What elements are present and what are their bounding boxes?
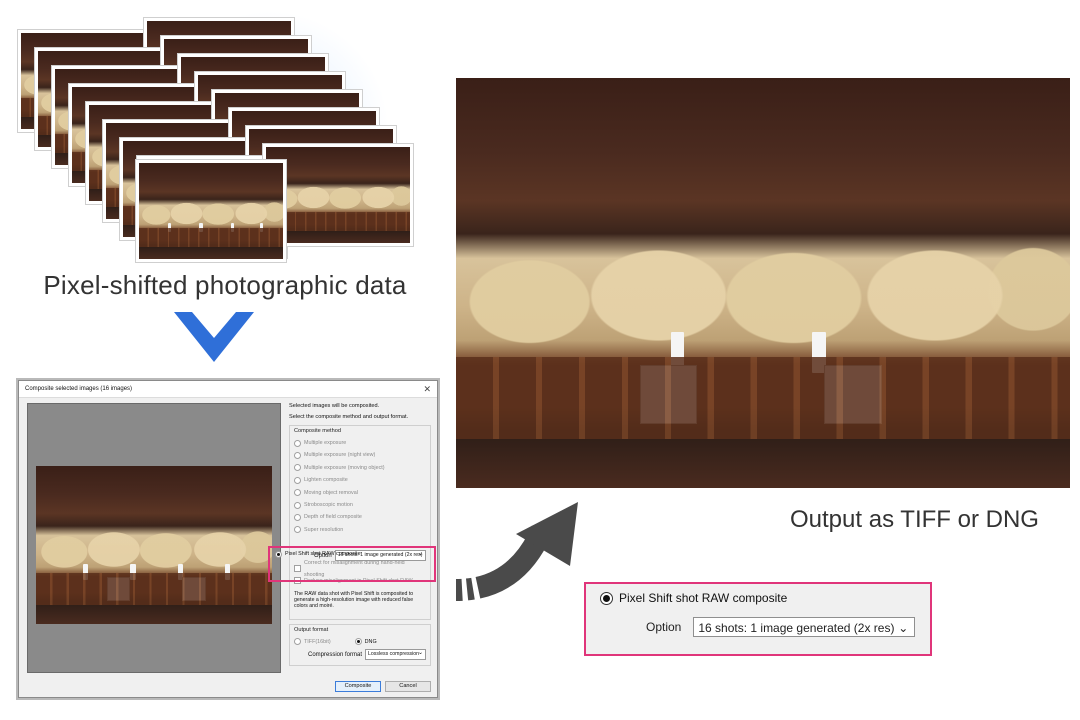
- composite-method-group: Composite method Multiple exposure Multip…: [289, 425, 431, 620]
- radio-icon: [275, 550, 282, 558]
- preview-pane: [27, 403, 281, 673]
- dialog-titlebar: Composite selected images (16 images) ✕: [19, 381, 437, 398]
- input-caption: Pixel-shifted photographic data: [43, 270, 407, 300]
- option-callout: Pixel Shift shot RAW composite Option 16…: [584, 582, 932, 656]
- method-radio-item[interactable]: Super resolution: [294, 524, 426, 536]
- compression-label: Compression format: [308, 651, 363, 658]
- pixel-shift-frame-front: [136, 160, 286, 262]
- method-radio-item[interactable]: Moving object removal: [294, 487, 426, 499]
- close-icon[interactable]: ✕: [423, 381, 431, 397]
- radio-icon: [294, 439, 301, 447]
- method-radio-item[interactable]: Multiple exposure: [294, 437, 426, 449]
- curved-output-arrow-icon: [455, 502, 578, 601]
- options-panel: Selected images will be composited. Sele…: [289, 403, 431, 666]
- radio-icon: [294, 489, 301, 497]
- radio-icon: [294, 464, 301, 472]
- radio-icon: [294, 514, 301, 522]
- intro-text-1: Selected images will be composited.: [289, 403, 380, 409]
- compression-row: Compression format Lossless compression: [294, 648, 426, 662]
- output-format-group: Output format TIFF(16bit) DNG Compressio…: [289, 623, 431, 666]
- output-caption: Output as TIFF or DNG: [790, 506, 1039, 533]
- radio-icon: [294, 476, 301, 484]
- frame-image: [266, 147, 410, 243]
- radio-icon: [294, 638, 301, 646]
- pixel-shift-frame-stack: [0, 0, 440, 270]
- callout-radio-row[interactable]: Pixel Shift shot RAW composite: [600, 591, 787, 605]
- format-radio-dng[interactable]: DNG: [354, 636, 377, 648]
- output-format-label: Output format: [294, 626, 329, 633]
- intro-text-2: Select the composite method and output f…: [289, 414, 409, 420]
- frame-image: [139, 163, 283, 259]
- callout-option-row: Option 16 shots: 1 image generated (2x r…: [646, 617, 916, 637]
- compression-select[interactable]: Lossless compression: [365, 649, 426, 661]
- callout-radio-label: Pixel Shift shot RAW composite: [619, 591, 788, 605]
- callout-option-label: Option: [646, 620, 682, 634]
- method-radio-item[interactable]: Multiple exposure (night view): [294, 449, 426, 461]
- method-radio-item[interactable]: Stroboscopic motion: [294, 499, 426, 511]
- composite-button[interactable]: Composite: [335, 681, 381, 692]
- callout-option-select[interactable]: 16 shots: 1 image generated (2x res) ⌄: [693, 617, 916, 637]
- radio-selected-icon: [600, 591, 613, 605]
- method-radio-item[interactable]: Multiple exposure (moving object): [294, 462, 426, 474]
- format-radio-tiff[interactable]: TIFF(16bit): [294, 636, 331, 648]
- dialog-title: Composite selected images (16 images): [25, 386, 133, 392]
- method-radio-item[interactable]: Depth of field composite: [294, 511, 426, 523]
- cancel-button[interactable]: Cancel: [385, 681, 431, 692]
- method-radio-item[interactable]: Lighten composite: [294, 474, 426, 486]
- method-description: The RAW data shot with Pixel Shift is co…: [294, 590, 414, 610]
- radio-icon: [294, 452, 301, 460]
- composite-method-label: Composite method: [294, 428, 341, 434]
- chevron-down-icon: ⌄: [898, 621, 909, 635]
- radio-icon: [354, 638, 362, 646]
- method-radio-pixel-shift-visible[interactable]: Pixel Shift shot RAW composite: [275, 548, 361, 560]
- preview-image: [36, 466, 272, 624]
- output-image: [456, 78, 1070, 488]
- down-chevron-arrow-icon: [174, 312, 254, 362]
- radio-icon: [294, 526, 301, 534]
- radio-icon: [294, 501, 301, 509]
- composite-dialog: Composite selected images (16 images) ✕ …: [18, 380, 438, 698]
